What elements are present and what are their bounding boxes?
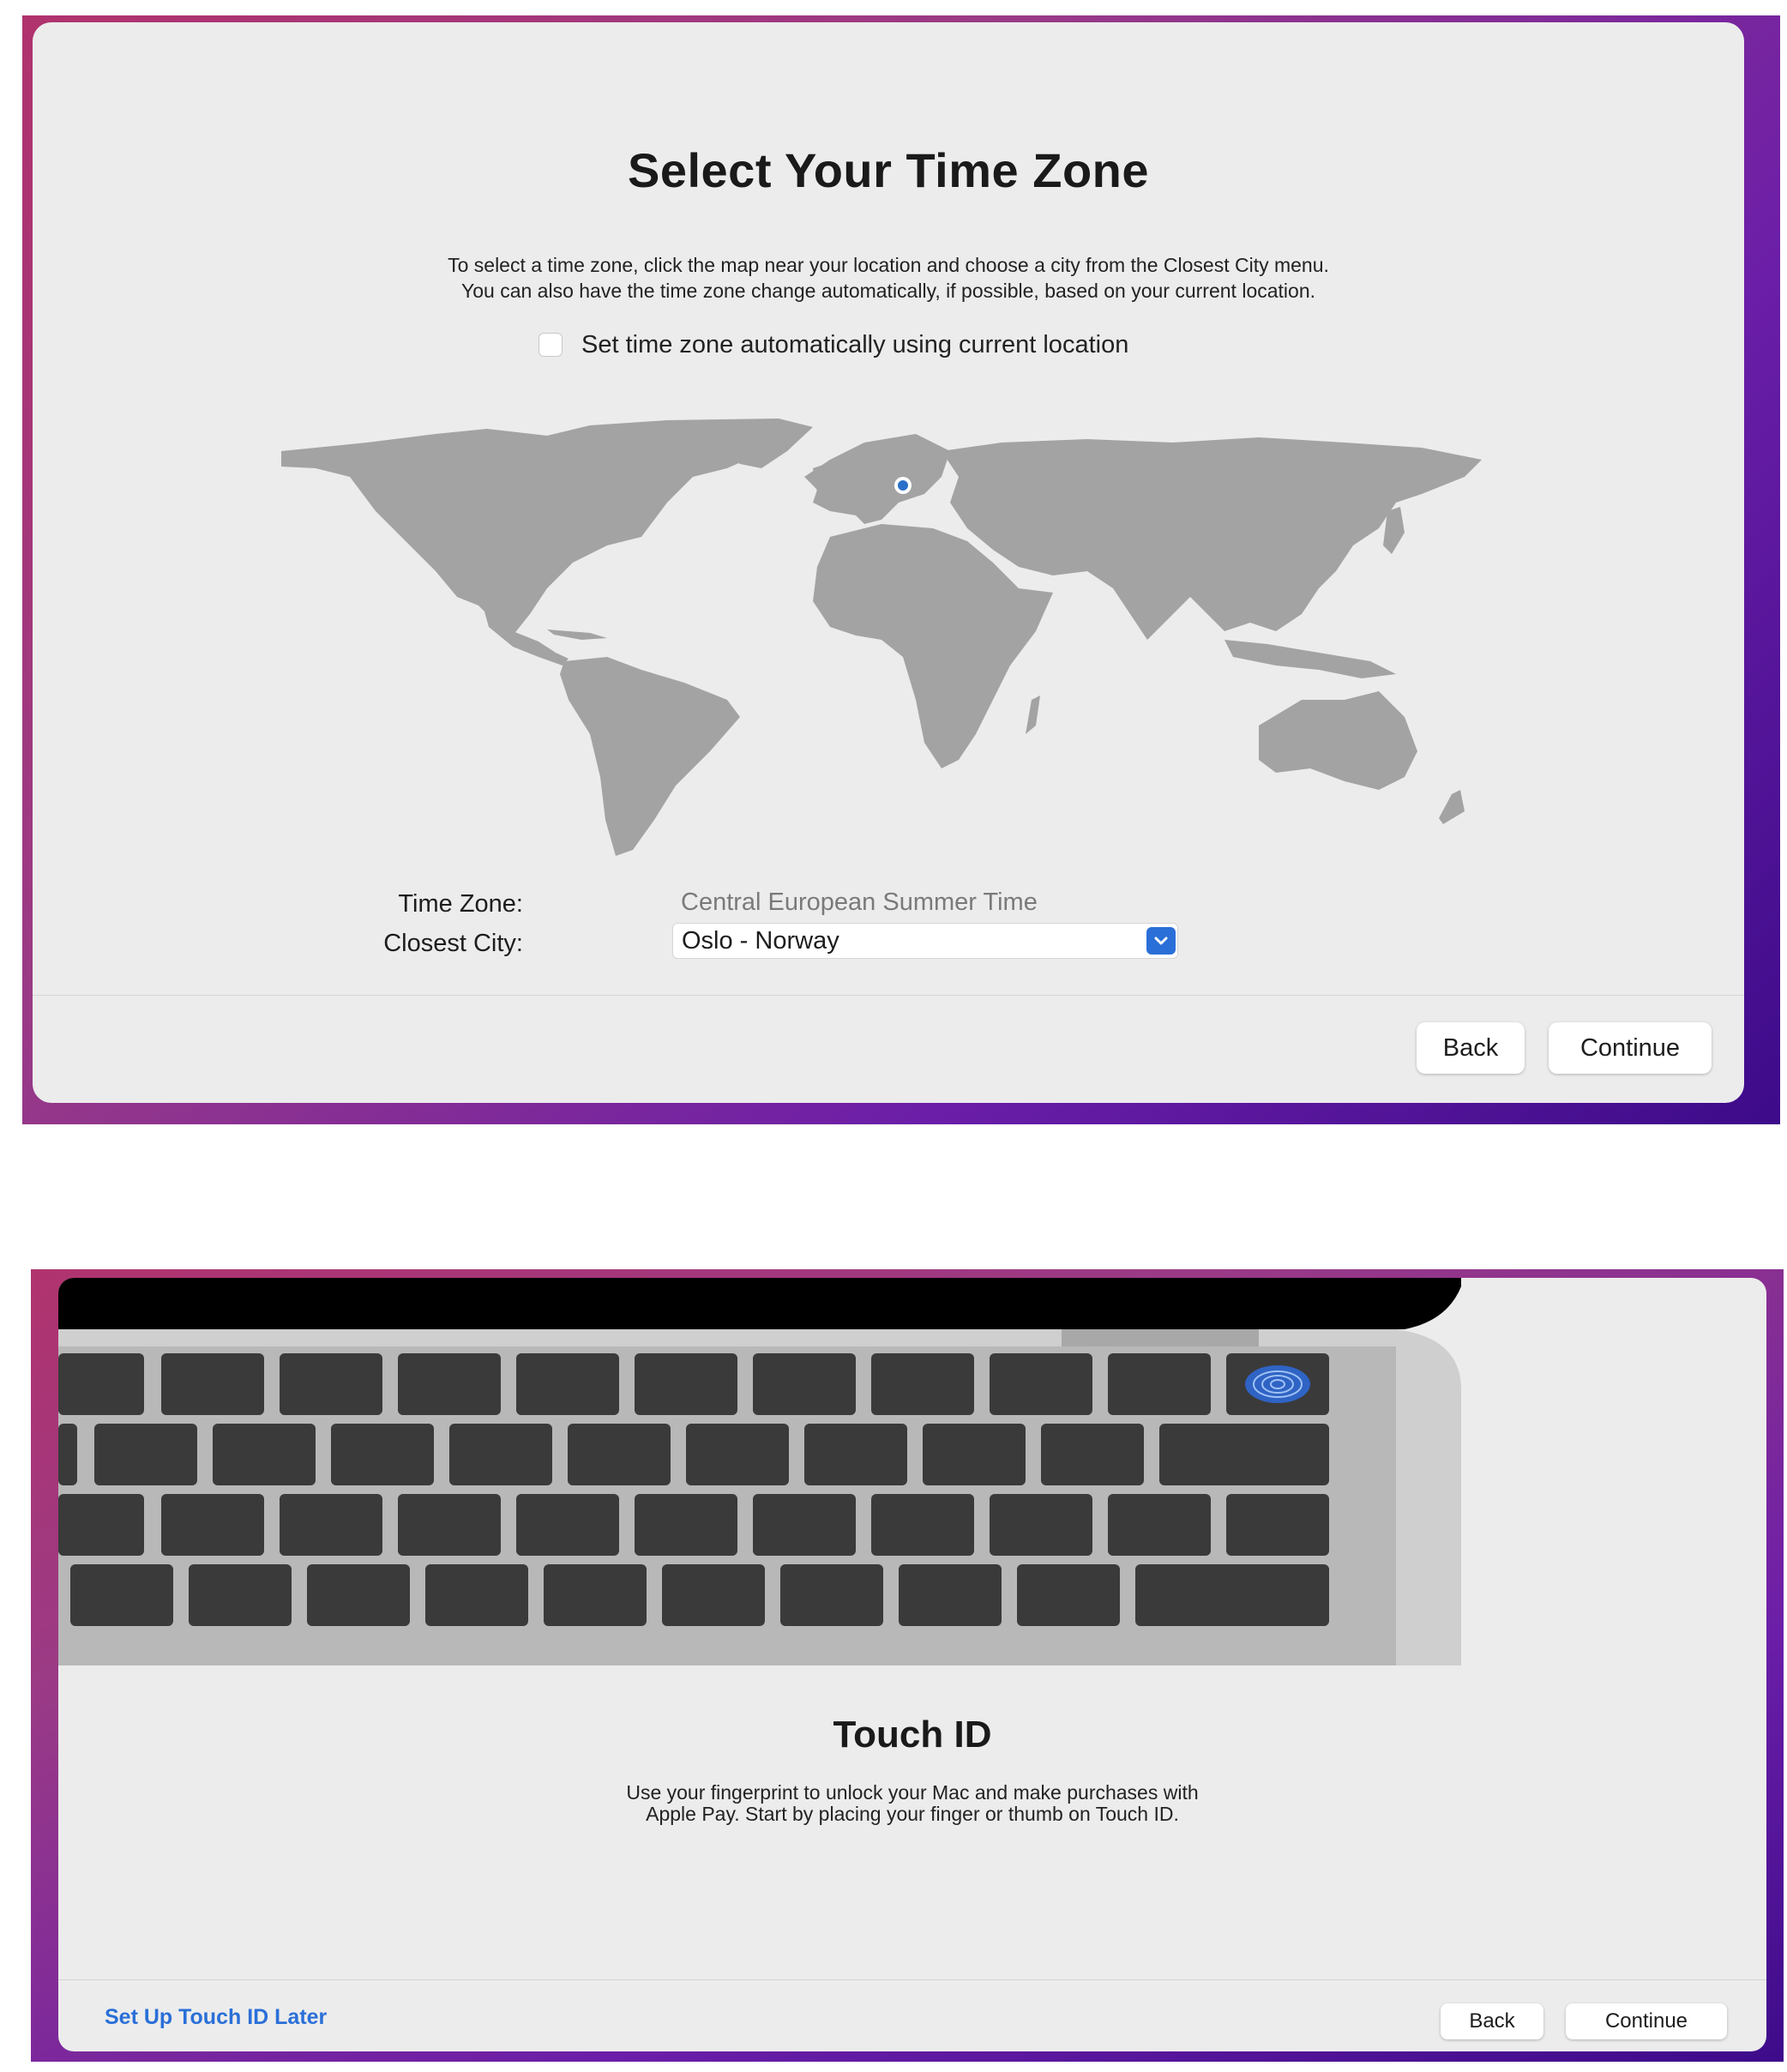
- closest-city-label: Closest City:: [383, 930, 523, 957]
- footer-divider: [58, 1979, 1766, 1980]
- continue-button[interactable]: Continue: [1566, 2003, 1727, 2039]
- keyboard-illustration: [58, 1278, 1461, 1665]
- closest-city-value: Oslo - Norway: [682, 927, 839, 955]
- back-button[interactable]: Back: [1417, 1022, 1525, 1074]
- continue-button[interactable]: Continue: [1549, 1022, 1712, 1074]
- time-zone-value: Central European Summer Time: [681, 888, 1038, 916]
- map-land: [281, 419, 1482, 856]
- world-map[interactable]: [264, 417, 1516, 863]
- timezone-window: Select Your Time Zone To select a time z…: [33, 22, 1744, 1103]
- touchid-description-line-1: Use your fingerprint to unlock your Mac …: [626, 1781, 1199, 1804]
- southeast-asia-islands: [1224, 640, 1396, 678]
- time-zone-label: Time Zone:: [398, 890, 523, 918]
- fingerprint-icon: [1245, 1365, 1310, 1403]
- footer-divider: [33, 995, 1744, 996]
- south-america: [560, 657, 740, 856]
- instructions-line-1: To select a time zone, click the map nea…: [448, 254, 1329, 276]
- instructions-line-2: You can also have the time zone change a…: [461, 280, 1315, 302]
- auto-timezone-checkbox[interactable]: [539, 333, 563, 357]
- setup-later-link[interactable]: Set Up Touch ID Later: [105, 2005, 327, 2030]
- page-title: Touch ID: [833, 1714, 992, 1756]
- laptop-lid: [58, 1278, 1461, 1329]
- back-button[interactable]: Back: [1441, 2003, 1543, 2039]
- chevron-down-icon[interactable]: [1146, 927, 1176, 955]
- australia: [1259, 691, 1417, 790]
- auto-timezone-option[interactable]: Set time zone automatically using curren…: [539, 331, 1128, 358]
- touchid-description-line-2: Apple Pay. Start by placing your finger …: [646, 1803, 1179, 1825]
- north-america: [281, 420, 766, 635]
- auto-timezone-label: Set time zone automatically using curren…: [581, 330, 1129, 358]
- closest-city-select[interactable]: Oslo - Norway: [672, 923, 1178, 959]
- touchid-screenshot: Touch ID Use your fingerprint to unlock …: [31, 1269, 1784, 2062]
- page-title: Select Your Time Zone: [627, 143, 1149, 197]
- madagascar: [1026, 696, 1040, 734]
- hinge: [1062, 1329, 1259, 1346]
- location-pin-icon: [894, 477, 912, 494]
- touchid-window: Touch ID Use your fingerprint to unlock …: [58, 1278, 1766, 2051]
- touchid-description: Use your fingerprint to unlock your Mac …: [58, 1782, 1766, 1825]
- new-zealand: [1439, 790, 1465, 824]
- timezone-screenshot: Select Your Time Zone To select a time z…: [22, 15, 1780, 1124]
- caribbean: [547, 629, 607, 640]
- instructions: To select a time zone, click the map nea…: [33, 252, 1744, 304]
